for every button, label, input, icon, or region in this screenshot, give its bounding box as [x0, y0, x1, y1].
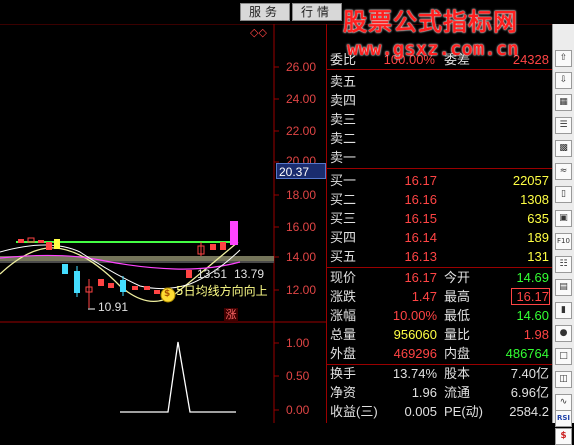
price-axis-22: 22.00 [286, 124, 317, 138]
ask-row-3[interactable]: 卖三 [327, 110, 553, 129]
candle-icon[interactable]: ▯ [555, 186, 572, 203]
bid-row-4[interactable]: 买四 16.14 189 [327, 228, 553, 247]
ask-row-4[interactable]: 卖四 [327, 91, 553, 110]
quote-row-volume: 总量 956060 量比 1.98 [330, 327, 549, 342]
bid-row-5[interactable]: 买五 16.13 131 [327, 247, 553, 266]
f10-icon[interactable]: F10 [555, 233, 572, 250]
trend-annotation: 5日均线方向向上 [176, 284, 268, 298]
quote-panel: 委比 100.00% 委差 24328 卖五 卖四 卖三 卖二 卖一 买一 16… [326, 24, 553, 423]
right-toolbar: ⇧ ⇩ ▦ ☰ ▩ ≈ ▯ ▣ F10 ☷ ▤ ▮ ● □ ◫ ∿ RSI $ [552, 24, 574, 445]
fund-icon[interactable]: ☷ [555, 256, 572, 273]
list-icon[interactable]: ☰ [555, 117, 572, 134]
coin-icon: $ [164, 289, 171, 299]
price-axis-16: 16.00 [286, 220, 317, 234]
quote-row-pct: 涨幅 10.00% 最低 14.60 [330, 308, 549, 323]
bid-row-1[interactable]: 买一 16.17 22057 [327, 171, 553, 190]
grid-icon[interactable]: ▦ [555, 94, 572, 111]
chart-icon[interactable]: ▤ [555, 279, 572, 296]
mid-label-left: 13.51 [197, 267, 228, 281]
indicator-axis-05: 0.50 [286, 369, 310, 383]
fund-row-turnover: 换手 13.74% 股本 7.40亿 [330, 366, 549, 381]
watermark-title: 股票公式指标网 [343, 8, 518, 36]
fund-row-eps: 收益(三) 0.005 PE(动) 2584.2 [330, 404, 549, 419]
indicator-axis-1: 1.00 [286, 336, 310, 350]
service-button[interactable]: 服务 [240, 3, 290, 21]
price-axis-14: 14.00 [286, 250, 317, 264]
current-price-box: 20.37 [276, 163, 326, 179]
ask-row-5[interactable]: 卖五 [327, 72, 553, 91]
rsi-icon[interactable]: RSI [555, 410, 572, 427]
square-icon[interactable]: □ [555, 348, 572, 365]
dollar-icon[interactable]: $ [555, 428, 572, 445]
quote-button[interactable]: 行情 [292, 3, 342, 21]
bars-icon[interactable]: ▮ [555, 302, 572, 319]
table-icon[interactable]: ▩ [555, 140, 572, 157]
price-axis-26: 26.00 [286, 60, 317, 74]
bid-row-3[interactable]: 买三 16.15 635 [327, 209, 553, 228]
arrow-up-icon[interactable]: ⇧ [555, 50, 572, 67]
window-icon[interactable]: ◫ [555, 371, 572, 388]
indicator-axis-0: 0.00 [286, 403, 310, 417]
kline-chart[interactable]: ◇◇ 26.00 24.00 22.00 20.00 18.00 16.00 1… [0, 24, 326, 423]
quote-row-price: 现价 16.17 今开 14.69 [330, 270, 549, 285]
fund-row-net: 净资 1.96 流通 6.96亿 [330, 385, 549, 400]
kline-chart-svg [0, 24, 326, 423]
chart-top-marker: ◇◇ [250, 26, 267, 39]
ask-row-2[interactable]: 卖二 [327, 129, 553, 148]
quote-row-outer: 外盘 469296 内盘 486764 [330, 346, 549, 361]
mid-label-right: 13.79 [234, 267, 265, 281]
bid-row-2[interactable]: 买二 16.16 1308 [327, 190, 553, 209]
price-axis-24: 24.00 [286, 92, 317, 106]
watermark-url: www.gsxz.com.cn [347, 38, 519, 60]
layers-icon[interactable]: ▣ [555, 210, 572, 227]
rise-marker: 涨 [224, 308, 238, 322]
ask-row-1[interactable]: 卖一 [327, 148, 553, 167]
line-chart-icon[interactable]: ≈ [555, 163, 572, 180]
f-icon[interactable]: ● [555, 325, 572, 342]
low-price-label: 10.91 [98, 300, 129, 314]
arrow-down-icon[interactable]: ⇩ [555, 72, 572, 89]
quote-row-change: 涨跌 1.47 最高 16.17 [330, 288, 550, 305]
wave-icon[interactable]: ∿ [555, 394, 572, 411]
price-axis-12: 12.00 [286, 283, 317, 297]
price-axis-18: 18.00 [286, 188, 317, 202]
